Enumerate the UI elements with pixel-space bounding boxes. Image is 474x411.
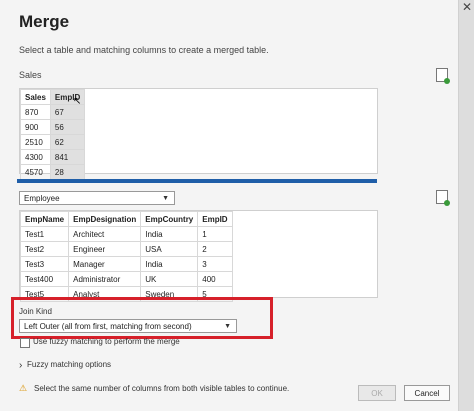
table-scroll-bar[interactable] bbox=[17, 179, 377, 183]
column-header[interactable]: EmpName bbox=[19, 211, 70, 227]
table-row: 2510 62 bbox=[20, 134, 86, 150]
mouse-cursor-icon: ↖ bbox=[73, 96, 82, 107]
join-kind-label: Join Kind bbox=[19, 307, 52, 316]
employee-table: EmpName EmpDesignation EmpCountry EmpID … bbox=[19, 211, 233, 302]
cell: UK bbox=[140, 271, 199, 287]
fuzzy-options-toggle[interactable]: Fuzzy matching options bbox=[27, 360, 111, 369]
cell: 841 bbox=[49, 149, 86, 165]
chevron-down-icon: ▼ bbox=[224, 323, 231, 330]
merge-dialog: Merge Select a table and matching column… bbox=[0, 0, 459, 411]
expand-chevron-icon[interactable]: › bbox=[19, 360, 22, 371]
ok-button[interactable]: OK bbox=[358, 385, 396, 401]
column-header[interactable]: EmpCountry bbox=[140, 211, 199, 227]
sales-table-label: Sales bbox=[19, 70, 42, 80]
cell: 4300 bbox=[20, 149, 51, 165]
cancel-button[interactable]: Cancel bbox=[404, 385, 450, 401]
close-icon[interactable]: ✕ bbox=[462, 0, 472, 14]
cell: Administrator bbox=[68, 271, 142, 287]
cell: 2510 bbox=[20, 134, 51, 150]
cell: 3 bbox=[197, 256, 233, 272]
table-row: Test1 Architect India 1 bbox=[19, 226, 233, 242]
cell: 2 bbox=[197, 241, 233, 257]
table-row: Test400 Administrator UK 400 bbox=[19, 271, 233, 287]
cell: 1 bbox=[197, 226, 233, 242]
table-row: 4570 28 bbox=[20, 164, 86, 180]
cell: 900 bbox=[20, 119, 51, 135]
table-row: Test2 Engineer USA 2 bbox=[19, 241, 233, 257]
employee-preview: EmpName EmpDesignation EmpCountry EmpID … bbox=[19, 210, 378, 302]
cell: 62 bbox=[49, 134, 86, 150]
cell: Test400 bbox=[19, 271, 70, 287]
cell: Architect bbox=[68, 226, 142, 242]
cell: India bbox=[140, 226, 199, 242]
cell: 28 bbox=[49, 164, 86, 180]
cell: Test3 bbox=[19, 256, 70, 272]
dialog-subtitle: Select a table and matching columns to c… bbox=[19, 45, 269, 55]
file-refresh-icon[interactable] bbox=[436, 190, 450, 206]
table-select-value: Employee bbox=[24, 194, 60, 203]
table-row: 900 56 bbox=[20, 119, 86, 135]
chevron-down-icon: ▼ bbox=[162, 195, 169, 202]
column-header[interactable]: EmpID bbox=[197, 211, 233, 227]
window-edge: ✕ bbox=[459, 0, 474, 411]
cell: India bbox=[140, 256, 199, 272]
table-select[interactable]: Employee ▼ bbox=[19, 191, 175, 205]
cell: Test2 bbox=[19, 241, 70, 257]
table-row: 4300 841 bbox=[20, 149, 86, 165]
cell: Test1 bbox=[19, 226, 70, 242]
cell: 56 bbox=[49, 119, 86, 135]
column-header[interactable]: Sales bbox=[20, 89, 51, 105]
join-kind-select[interactable]: Left Outer (all from first, matching fro… bbox=[19, 319, 237, 333]
file-refresh-icon[interactable] bbox=[436, 68, 450, 84]
cell: Engineer bbox=[68, 241, 142, 257]
cell: Manager bbox=[68, 256, 142, 272]
cell: USA bbox=[140, 241, 199, 257]
column-header[interactable]: EmpDesignation bbox=[68, 211, 142, 227]
table-row: Test3 Manager India 3 bbox=[19, 256, 233, 272]
join-kind-value: Left Outer (all from first, matching fro… bbox=[24, 322, 192, 331]
dialog-title: Merge bbox=[19, 12, 70, 31]
warning-message: Select the same number of columns from b… bbox=[34, 384, 290, 393]
cell: 4570 bbox=[20, 164, 51, 180]
warning-icon: ⚠ bbox=[19, 383, 28, 393]
cell: 400 bbox=[197, 271, 233, 287]
cell: 870 bbox=[20, 104, 51, 120]
fuzzy-matching-checkbox[interactable] bbox=[20, 338, 30, 348]
fuzzy-matching-label: Use fuzzy matching to perform the merge bbox=[33, 337, 180, 346]
